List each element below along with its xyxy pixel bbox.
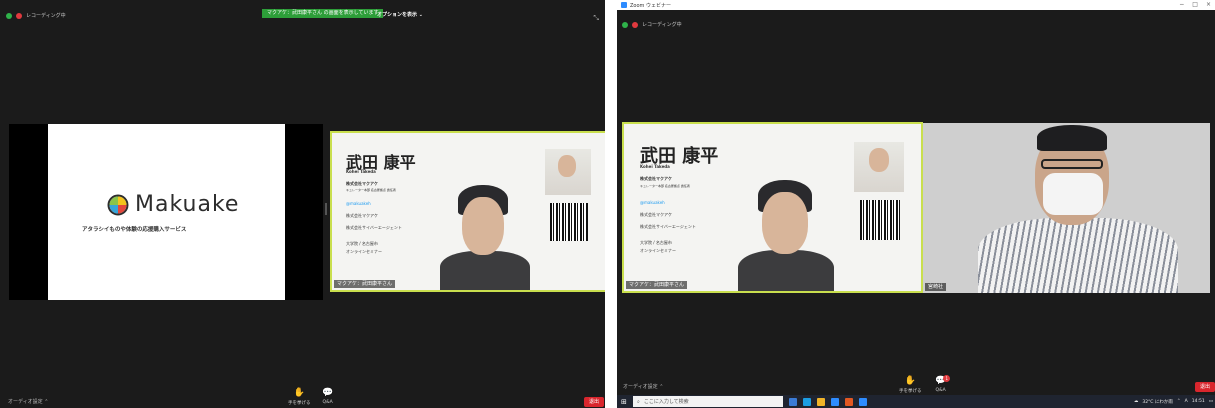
network-icon[interactable]: ⌃ — [1177, 399, 1181, 404]
card-line-3: 大学院 / 名古屋市 — [346, 241, 378, 246]
security-shield-icon[interactable] — [6, 12, 12, 19]
panel-resize-handle[interactable] — [325, 203, 327, 215]
file-explorer-icon[interactable] — [817, 397, 825, 406]
taskbar-search[interactable]: ⌕ ここに入力して検索 — [633, 396, 783, 407]
qa-button[interactable]: 💬 Q&A 1 — [935, 375, 951, 393]
speaker-video-2[interactable]: 宮崎社 — [923, 123, 1210, 293]
search-icon: ⌕ — [637, 398, 640, 405]
card-line-1: 株式会社マクアケ — [346, 213, 378, 218]
store-icon[interactable] — [831, 397, 839, 406]
audio-settings-button[interactable]: オーディオ設定 ⌃ — [623, 383, 663, 390]
weather-icon: ☁ — [1133, 399, 1139, 404]
makuake-logo: Makuake — [107, 192, 239, 217]
card-line-3: 大学院 / 名古屋市 — [640, 240, 672, 245]
window-controls: − □ × — [1179, 0, 1211, 10]
makuake-logo-icon — [107, 194, 129, 215]
card-handle: @makuakeh — [346, 201, 371, 206]
exit-button[interactable]: 退出 — [1195, 382, 1215, 392]
recording-label: レコーディング中 — [642, 22, 682, 28]
card-line-2: 株式会社サイバーエージェント — [640, 224, 696, 229]
qr-code — [550, 203, 588, 241]
qa-button[interactable]: 💬 Q&A — [322, 388, 334, 406]
view-options-button[interactable]: オプションを表示 ⌄ — [377, 11, 423, 18]
recording-indicator: レコーディング中 — [6, 12, 66, 19]
card-photo-face — [869, 148, 889, 172]
window-titlebar: Zoom ウェビナー − □ × — [617, 0, 1215, 10]
zoom-window-right: Zoom ウェビナー − □ × レコーディング中 武田 康平 Kohei Ta… — [617, 0, 1215, 408]
qa-label: Q&A — [935, 388, 946, 393]
system-tray: ☁ 32°C にわか雨 ⌃ A 14:51 ▭ — [1134, 399, 1213, 405]
speaker-body — [440, 251, 530, 290]
raise-hand-button[interactable]: ✋ 手を挙げる — [288, 388, 311, 407]
weather-text[interactable]: 32°C にわか雨 — [1142, 399, 1173, 405]
card-line-4: オンラインセミナー — [640, 248, 676, 253]
card-handle: @makuakeh — [640, 200, 665, 205]
speaker-video-left[interactable]: 武田 康平 Kohei Takeda 株式会社マクアケ キュレーター本部 名古屋… — [330, 131, 605, 292]
speaker-video-1[interactable]: 武田 康平 Kohei Takeda 株式会社マクアケ キュレーター本部 名古屋… — [622, 122, 923, 293]
recording-dot-icon — [16, 12, 22, 19]
office-icon[interactable] — [845, 397, 853, 406]
card-role: キュレーター本部 名古屋拠点 責任者 — [346, 188, 396, 192]
shared-screen: Makuake アタラシイものや体験の応援購入サービス — [9, 124, 323, 300]
video-name-tag-1: マクアケ：武田康平さん — [626, 281, 688, 289]
zoom-taskbar-icon[interactable] — [859, 397, 867, 406]
close-button[interactable]: × — [1206, 0, 1211, 10]
card-name-roman: Kohei Takeda — [640, 164, 670, 169]
card-company: 株式会社マクアケ — [346, 181, 378, 186]
maximize-button[interactable]: □ — [1192, 0, 1198, 10]
card-line-1: 株式会社マクアケ — [640, 212, 672, 217]
qa-label: Q&A — [322, 400, 333, 405]
participant-mask — [1043, 173, 1103, 215]
qa-icon: 💬 — [322, 388, 334, 398]
screenshot-divider — [605, 0, 617, 408]
virtual-background-card: 武田 康平 Kohei Takeda 株式会社マクアケ キュレーター本部 名古屋… — [332, 133, 605, 290]
slide-brand: Makuake — [135, 192, 240, 217]
taskbar-search-placeholder: ここに入力して検索 — [643, 399, 689, 405]
speaker-face — [762, 192, 808, 254]
clock[interactable]: 14:51 — [1192, 399, 1205, 404]
raise-hand-icon: ✋ — [904, 376, 916, 386]
card-role: キュレーター本部 名古屋拠点 責任者 — [640, 184, 690, 188]
exit-fullscreen-icon[interactable]: ⤡ — [593, 14, 599, 23]
participant-hair — [1037, 125, 1107, 151]
card-company: 株式会社マクアケ — [640, 176, 672, 181]
video-name-tag: マクアケ：武田康平さん — [334, 280, 396, 288]
minimize-button[interactable]: − — [1179, 0, 1184, 10]
raise-hand-icon: ✋ — [293, 388, 305, 398]
speaker-face — [462, 197, 504, 255]
notification-icon[interactable]: ▭ — [1209, 399, 1213, 404]
slide-tagline: アタラシイものや体験の応援購入サービス — [82, 227, 187, 233]
card-line-2: 株式会社サイバーエージェント — [346, 225, 402, 230]
virtual-background-card: 武田 康平 Kohei Takeda 株式会社マクアケ キュレーター本部 名古屋… — [624, 124, 921, 291]
qr-code — [860, 200, 900, 240]
windows-start-icon[interactable]: ⊞ — [621, 398, 627, 406]
participant-shirt — [978, 218, 1178, 293]
speaker-body — [738, 250, 834, 291]
recording-label: レコーディング中 — [26, 13, 66, 19]
security-shield-icon[interactable] — [622, 21, 628, 28]
window-title: Zoom ウェビナー — [630, 2, 672, 9]
zoom-app-icon — [621, 2, 627, 8]
exit-button[interactable]: 退出 — [584, 397, 605, 407]
participant-glasses — [1041, 159, 1103, 169]
card-photo-face — [558, 155, 576, 177]
raise-hand-label: 手を挙げる — [288, 401, 311, 406]
screen-share-banner: マクアケ：武田康平さん の画面を表示しています — [262, 9, 384, 18]
slide-content: Makuake アタラシイものや体験の応援購入サービス — [48, 124, 285, 300]
audio-settings-button[interactable]: オーディオ設定 ⌃ — [8, 398, 48, 405]
recording-indicator-right: レコーディング中 — [622, 21, 682, 28]
edge-browser-icon[interactable] — [803, 397, 811, 406]
raise-hand-label: 手を挙げる — [899, 389, 922, 394]
card-line-4: オンラインセミナー — [346, 249, 382, 254]
task-view-icon[interactable] — [789, 397, 797, 406]
raise-hand-button[interactable]: ✋ 手を挙げる — [899, 376, 922, 395]
ime-indicator[interactable]: A — [1185, 399, 1188, 404]
card-name-roman: Kohei Takeda — [346, 169, 376, 174]
zoom-window-left: レコーディング中 マクアケ：武田康平さん の画面を表示しています オプションを表… — [0, 0, 605, 408]
video-name-tag-2: 宮崎社 — [925, 283, 947, 291]
qa-badge: 1 — [943, 375, 951, 382]
recording-dot-icon — [632, 21, 638, 28]
windows-taskbar: ⊞ ⌕ ここに入力して検索 ☁ 32°C にわか雨 ⌃ A 14:51 ▭ — [617, 395, 1215, 408]
